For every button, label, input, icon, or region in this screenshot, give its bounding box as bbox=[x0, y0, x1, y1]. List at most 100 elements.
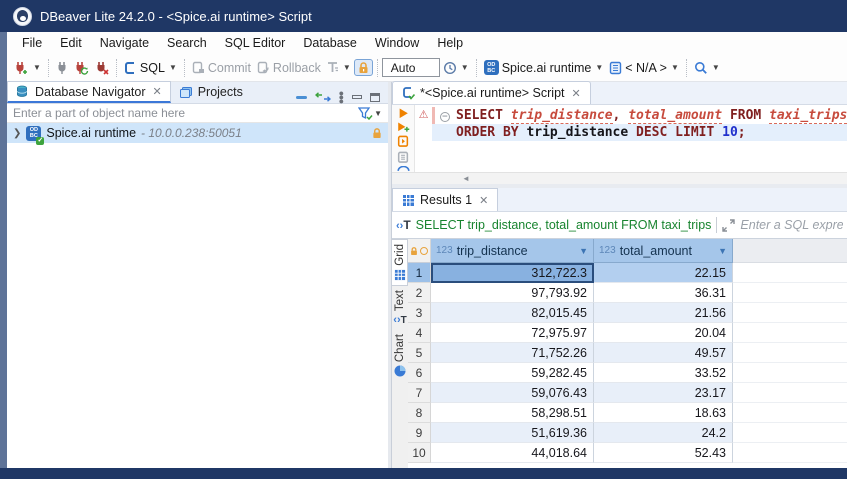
row-number[interactable]: 10 bbox=[408, 443, 431, 463]
row-number[interactable]: 3 bbox=[408, 303, 431, 323]
expand-filter-icon[interactable] bbox=[722, 219, 735, 232]
grid-cell[interactable]: 36.31 bbox=[594, 283, 733, 303]
menu-edit[interactable]: Edit bbox=[51, 36, 91, 50]
row-number[interactable]: 1 bbox=[408, 263, 431, 283]
view-tab-grid[interactable]: Grid bbox=[392, 239, 408, 286]
column-header-trip-distance[interactable]: 123 trip_distance ▼ bbox=[431, 239, 594, 263]
grid-cell[interactable]: 20.04 bbox=[594, 323, 733, 343]
active-schema-selector[interactable]: < N/A > ▼ bbox=[606, 59, 682, 77]
menu-sql-editor[interactable]: SQL Editor bbox=[216, 36, 295, 50]
view-tab-text[interactable]: Text ‹›T bbox=[392, 286, 408, 330]
row-filler bbox=[733, 383, 847, 403]
column-header-total-amount[interactable]: 123 total_amount ▼ bbox=[594, 239, 733, 263]
fold-collapse-icon[interactable]: − bbox=[440, 112, 450, 122]
tab-database-navigator[interactable]: Database Navigator ✕ bbox=[7, 81, 171, 103]
grid-cell[interactable]: 33.52 bbox=[594, 363, 733, 383]
view-menu-icon[interactable]: ●●● bbox=[339, 91, 344, 103]
row-number[interactable]: 4 bbox=[408, 323, 431, 343]
grid-cell[interactable]: 44,018.64 bbox=[431, 443, 594, 463]
new-sql-editor-button[interactable]: SQL ▼ bbox=[121, 59, 180, 77]
connect-button[interactable] bbox=[53, 59, 71, 77]
grid-cell[interactable]: 51,619.36 bbox=[431, 423, 594, 443]
disconnect-button[interactable] bbox=[92, 59, 112, 77]
scroll-left-arrow-icon[interactable]: ◄ bbox=[462, 174, 470, 183]
commit-mode-combobox[interactable]: Auto bbox=[382, 58, 440, 77]
projects-icon bbox=[179, 86, 193, 99]
commit-button[interactable]: Commit bbox=[189, 59, 254, 77]
transaction-log-button[interactable]: ▼ bbox=[440, 59, 472, 77]
execute-script-icon[interactable] bbox=[397, 135, 410, 148]
collapse-all-icon[interactable] bbox=[296, 95, 307, 100]
menu-search[interactable]: Search bbox=[158, 36, 216, 50]
grid-cell[interactable]: 21.56 bbox=[594, 303, 733, 323]
grid-cell[interactable]: 97,793.92 bbox=[431, 283, 594, 303]
execute-statement-icon[interactable] bbox=[398, 108, 409, 119]
execute-script-new-tab-icon[interactable] bbox=[397, 151, 410, 164]
row-number[interactable]: 7 bbox=[408, 383, 431, 403]
reconnect-button[interactable] bbox=[71, 59, 92, 77]
close-icon[interactable]: ✕ bbox=[479, 194, 488, 207]
grid-cell[interactable]: 82,015.45 bbox=[431, 303, 594, 323]
close-icon[interactable]: ✕ bbox=[152, 85, 161, 98]
tab-projects[interactable]: Projects bbox=[171, 81, 251, 103]
minimize-icon[interactable] bbox=[352, 95, 362, 99]
close-icon[interactable]: ✕ bbox=[572, 87, 581, 100]
row-filler bbox=[733, 363, 847, 383]
transaction-mode-button[interactable]: ▼ bbox=[324, 59, 354, 76]
row-number[interactable]: 2 bbox=[408, 283, 431, 303]
column-filter-arrow-icon[interactable]: ▼ bbox=[718, 246, 727, 256]
navigator-filter-input[interactable]: Enter a part of object name here bbox=[13, 106, 358, 120]
execute-new-tab-icon[interactable] bbox=[397, 122, 410, 133]
view-tab-chart[interactable]: Chart bbox=[392, 330, 408, 381]
tab-results-1[interactable]: Results 1 ✕ bbox=[392, 188, 498, 211]
grid-cell[interactable]: 59,282.45 bbox=[431, 363, 594, 383]
connection-dropdown-arrow[interactable]: ▼ bbox=[595, 63, 603, 72]
row-number[interactable]: 6 bbox=[408, 363, 431, 383]
grid-cell[interactable]: 59,076.43 bbox=[431, 383, 594, 403]
transaction-log-dropdown-arrow[interactable]: ▼ bbox=[461, 63, 469, 72]
connection-tree-item[interactable]: ❯ ODBC Spice.ai runtime - 10.0.0.238:500… bbox=[7, 123, 388, 143]
menu-file[interactable]: File bbox=[13, 36, 51, 50]
grid-cell[interactable]: 71,752.26 bbox=[431, 343, 594, 363]
code-area[interactable]: − SELECT trip_distance, total_amount FRO… bbox=[432, 105, 847, 172]
grid-cell[interactable]: 49.57 bbox=[594, 343, 733, 363]
grid-cell[interactable]: 58,298.51 bbox=[431, 403, 594, 423]
filter-expression-input[interactable]: Enter a SQL expression to bbox=[740, 218, 843, 232]
grid-cell[interactable]: 312,722.3 bbox=[431, 263, 594, 283]
grid-cell[interactable]: 18.63 bbox=[594, 403, 733, 423]
connection-lock-toggle[interactable] bbox=[354, 59, 373, 76]
custom-sql-filter-icon[interactable]: ‹›T bbox=[396, 218, 411, 232]
row-number[interactable]: 5 bbox=[408, 343, 431, 363]
sql-dropdown-arrow[interactable]: ▼ bbox=[169, 63, 177, 72]
search-button[interactable]: ▼ bbox=[691, 59, 723, 77]
menu-navigate[interactable]: Navigate bbox=[91, 36, 158, 50]
new-connection-dropdown-arrow[interactable]: ▼ bbox=[33, 63, 41, 72]
menu-window[interactable]: Window bbox=[366, 36, 428, 50]
transaction-dropdown-arrow[interactable]: ▼ bbox=[343, 63, 351, 72]
grid-cell[interactable]: 23.17 bbox=[594, 383, 733, 403]
menu-database[interactable]: Database bbox=[294, 36, 366, 50]
grid-corner-cell[interactable] bbox=[408, 239, 431, 263]
tab-script[interactable]: *<Spice.ai runtime> Script ✕ bbox=[392, 81, 591, 104]
active-connection-selector[interactable]: ODBC Spice.ai runtime ▼ bbox=[481, 58, 607, 77]
grid-cell[interactable]: 24.2 bbox=[594, 423, 733, 443]
search-dropdown-arrow[interactable]: ▼ bbox=[712, 63, 720, 72]
maximize-icon[interactable] bbox=[370, 93, 380, 102]
editor-hscrollbar[interactable]: ◄ bbox=[392, 172, 847, 184]
filter-dropdown-arrow[interactable]: ▼ bbox=[374, 109, 382, 118]
new-connection-button[interactable]: ▼ bbox=[11, 59, 44, 77]
grid-cell[interactable]: 72,975.97 bbox=[431, 323, 594, 343]
grid-cell[interactable]: 22.15 bbox=[594, 263, 733, 283]
column-filter-arrow-icon[interactable]: ▼ bbox=[579, 246, 588, 256]
row-number[interactable]: 9 bbox=[408, 423, 431, 443]
commit-label: Commit bbox=[208, 61, 251, 75]
expand-chevron-icon[interactable]: ❯ bbox=[13, 128, 21, 139]
schema-dropdown-arrow[interactable]: ▼ bbox=[671, 63, 679, 72]
filter-funnel-icon[interactable] bbox=[358, 107, 373, 120]
rollback-button[interactable]: Rollback bbox=[254, 59, 324, 77]
row-number[interactable]: 8 bbox=[408, 403, 431, 423]
grid-cell[interactable]: 52.43 bbox=[594, 443, 733, 463]
link-with-editor-icon[interactable] bbox=[315, 92, 331, 102]
menu-help[interactable]: Help bbox=[428, 36, 472, 50]
text-view-icon: ‹›T bbox=[393, 314, 406, 326]
